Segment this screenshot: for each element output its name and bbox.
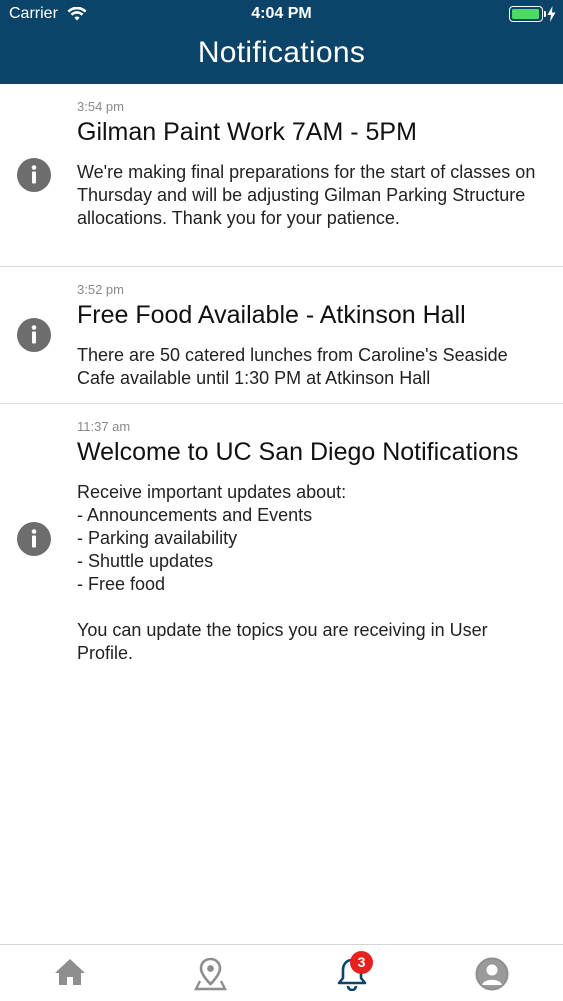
charging-bolt-icon <box>547 6 556 22</box>
user-icon[interactable] <box>475 957 509 991</box>
notification-title: Gilman Paint Work 7AM - 5PM <box>77 118 417 146</box>
notification-body: We're making final preparations for the … <box>77 162 536 228</box>
battery-icon <box>509 6 543 22</box>
page-title: Notifications <box>197 36 366 69</box>
tab-bar <box>0 944 563 1001</box>
notification-title: Free Food Available - Atkinson Hall <box>77 301 466 329</box>
notification-list: 3:54 pm Gilman Paint Work 7AM - 5PM We'r… <box>0 84 563 674</box>
notification-body: There are 50 catered lunches from Caroli… <box>77 345 508 388</box>
notification-time: 11:37 am <box>77 419 131 434</box>
notification-item[interactable]: 3:54 pm Gilman Paint Work 7AM - 5PM We'r… <box>0 84 563 267</box>
info-icon <box>17 318 51 352</box>
info-icon <box>17 158 51 192</box>
notification-title: Welcome to UC San Diego Notifications <box>77 438 519 466</box>
status-bar: Carrier 4:04 PM <box>0 0 563 28</box>
notification-item[interactable]: 11:37 am Welcome to UC San Diego Notific… <box>0 404 563 674</box>
home-icon[interactable] <box>54 957 86 987</box>
notification-item[interactable]: 3:52 pm Free Food Available - Atkinson H… <box>0 267 563 404</box>
notification-badge: 3 <box>350 951 373 974</box>
clock-time: 4:04 PM <box>251 5 312 22</box>
notification-time: 3:52 pm <box>77 282 124 297</box>
header-bar: Carrier 4:04 PM Notifications <box>0 0 563 84</box>
notification-body: Receive important updates about: - Annou… <box>77 482 488 663</box>
battery-cap <box>544 11 546 17</box>
map-pin-icon[interactable] <box>194 957 227 991</box>
notification-time: 3:54 pm <box>77 99 124 114</box>
info-icon <box>17 522 51 556</box>
